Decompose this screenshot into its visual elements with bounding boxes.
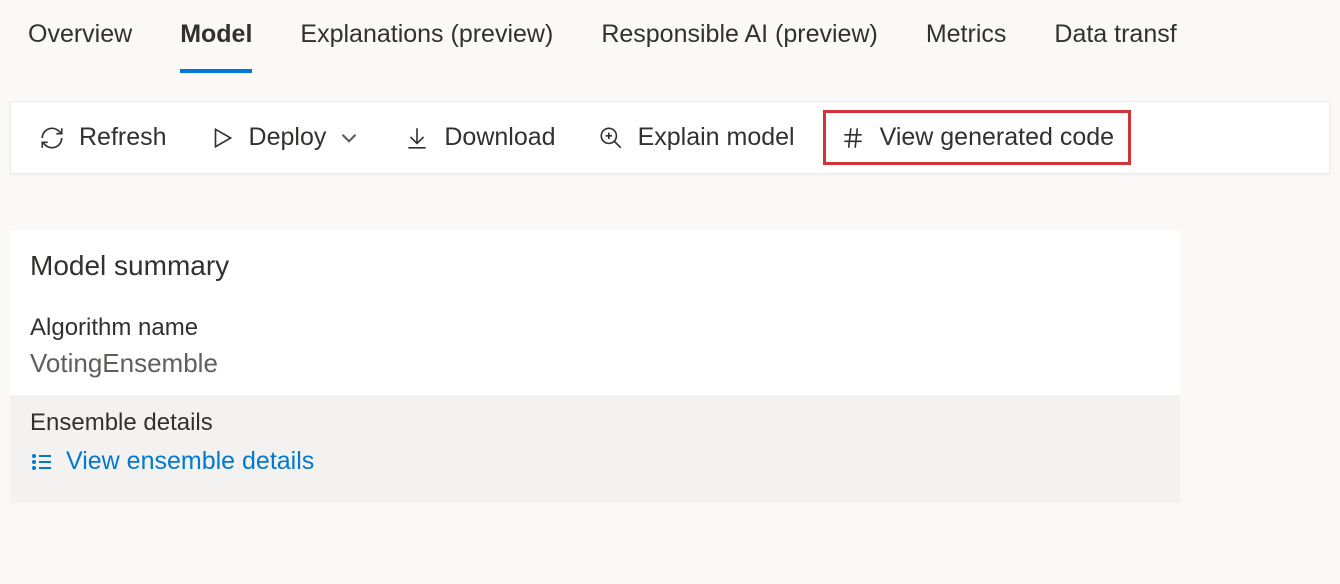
highlight-annotation: View generated code [823,110,1131,165]
algorithm-value: VotingEnsemble [30,348,1160,379]
deploy-label: Deploy [249,123,327,152]
refresh-button[interactable]: Refresh [39,123,167,152]
algorithm-field: Algorithm name VotingEnsemble [10,306,1180,395]
tab-metrics[interactable]: Metrics [926,20,1007,73]
hash-icon [840,125,866,151]
ensemble-details-title: Ensemble details [30,409,1160,437]
tab-explanations[interactable]: Explanations (preview) [300,20,553,73]
list-icon [30,450,54,474]
refresh-icon [39,125,65,151]
tabs-bar: Overview Model Explanations (preview) Re… [0,0,1340,73]
magnify-plus-icon [598,125,624,151]
explain-model-label: Explain model [638,123,795,152]
refresh-label: Refresh [79,123,167,152]
model-summary-title: Model summary [10,230,1180,306]
download-button[interactable]: Download [404,123,555,152]
download-icon [404,125,430,151]
chevron-down-icon [336,125,362,151]
model-summary-panel: Model summary Algorithm name VotingEnsem… [10,230,1180,503]
download-label: Download [444,123,555,152]
tab-data-transf[interactable]: Data transf [1054,20,1176,73]
explain-model-button[interactable]: Explain model [598,123,795,152]
deploy-button[interactable]: Deploy [209,123,363,152]
algorithm-label: Algorithm name [30,314,1160,342]
view-generated-code-label: View generated code [880,123,1114,152]
view-generated-code-button[interactable]: View generated code [840,123,1114,152]
tab-overview[interactable]: Overview [28,20,132,73]
tab-model[interactable]: Model [180,20,252,73]
play-icon [209,125,235,151]
ensemble-details-block: Ensemble details View ensemble details [10,395,1180,503]
view-ensemble-details-link[interactable]: View ensemble details [30,447,314,476]
toolbar: Refresh Deploy Download [10,101,1330,174]
view-ensemble-details-label: View ensemble details [66,447,314,476]
tab-responsible-ai[interactable]: Responsible AI (preview) [601,20,878,73]
